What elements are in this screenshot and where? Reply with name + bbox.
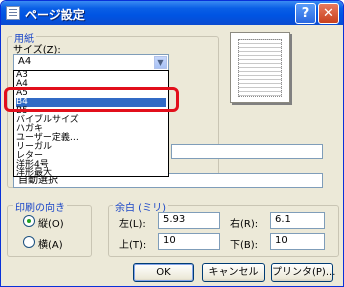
- red-highlight-annotation: [4, 87, 179, 112]
- margin-top-input[interactable]: 10: [158, 233, 220, 250]
- margin-top-label: 上(T):: [119, 240, 147, 251]
- title-bar[interactable]: ページ設定 ? ✕: [1, 1, 343, 25]
- paper-size-value: A4: [18, 56, 32, 67]
- list-item[interactable]: 洋形最大: [16, 169, 166, 177]
- landscape-radio[interactable]: [23, 236, 35, 248]
- margin-left-input[interactable]: 5.93: [158, 212, 220, 229]
- list-item[interactable]: A3: [16, 71, 166, 80]
- landscape-label[interactable]: 横(A): [38, 236, 63, 251]
- cancel-button[interactable]: キャンセル: [202, 263, 265, 282]
- close-button[interactable]: ✕: [318, 3, 339, 24]
- orientation-group-label: 印刷の向き: [13, 199, 67, 214]
- margin-bottom-value: 10: [275, 235, 288, 246]
- ok-button[interactable]: OK: [133, 263, 194, 282]
- chevron-down-icon[interactable]: ▼: [154, 56, 167, 69]
- margin-right-label: 右(R):: [230, 219, 259, 230]
- page-preview: [230, 32, 290, 103]
- paper-size-select[interactable]: A4 ▼: [13, 54, 169, 71]
- portrait-label[interactable]: 縦(O): [38, 215, 64, 230]
- margin-top-value: 10: [163, 235, 176, 246]
- document-icon: [6, 6, 20, 20]
- margin-right-input[interactable]: 6.1: [270, 212, 325, 229]
- help-button[interactable]: ?: [295, 3, 316, 24]
- window-title: ページ設定: [25, 8, 85, 22]
- margin-left-value: 5.93: [163, 214, 186, 225]
- margin-left-label: 左(L):: [119, 219, 146, 230]
- printer-button[interactable]: プリンタ(P)...: [271, 263, 335, 282]
- portrait-radio[interactable]: [23, 215, 35, 227]
- margin-bottom-label: 下(B):: [230, 240, 259, 251]
- paper-source-field-upper[interactable]: [171, 144, 323, 159]
- page-setup-dialog: ページ設定 ? ✕ 用紙 サイズ(Z): A4 ▼ 自動選択 A3 A4 A5 …: [0, 0, 344, 287]
- preview-text-lines: [238, 39, 282, 97]
- margin-bottom-input[interactable]: 10: [270, 233, 325, 250]
- margin-right-value: 6.1: [275, 214, 291, 225]
